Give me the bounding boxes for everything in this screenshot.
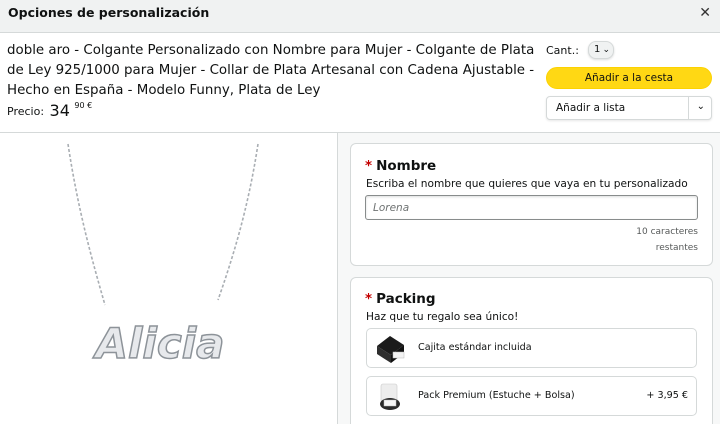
packing-description: Haz que tu regalo sea único! — [366, 311, 519, 323]
packing-option-label: Pack Premium (Estuche + Bolsa) — [418, 390, 575, 401]
necklace-chain — [67, 143, 259, 306]
price: Precio: 34 90 € — [7, 101, 92, 120]
chevron-down-icon[interactable]: ⌄ — [697, 101, 705, 112]
necklace-pendant: Alicia — [92, 318, 225, 369]
price-whole: 34 — [49, 101, 70, 120]
name-title: * Nombre — [365, 158, 436, 174]
name-input[interactable] — [365, 195, 698, 220]
gift-box-thumbnail — [374, 332, 407, 365]
name-description: Escriba el nombre que quieres que vaya e… — [366, 178, 688, 190]
product-title: doble aro - Colgante Personalizado con N… — [7, 43, 535, 98]
add-to-list-label: Añadir a lista — [556, 102, 626, 114]
pendant-name-text: Alicia — [93, 319, 225, 368]
packing-option-premium[interactable]: Pack Premium (Estuche + Bolsa) + 3,95 € — [366, 376, 697, 416]
packing-title-text: Packing — [376, 291, 436, 307]
quantity-value: 1 — [594, 44, 601, 55]
quantity-select[interactable]: 1 ⌄ — [588, 41, 614, 59]
characters-remaining-line2: restantes — [655, 243, 698, 253]
button-divider — [688, 97, 689, 119]
characters-remaining: 10 caracteres restantes — [608, 224, 698, 256]
characters-remaining-line1: 10 caracteres — [636, 227, 698, 237]
chevron-down-icon: ⌄ — [602, 45, 610, 55]
close-icon[interactable]: ✕ — [699, 5, 711, 21]
name-title-text: Nombre — [376, 158, 437, 174]
packing-title: * Packing — [365, 291, 436, 307]
packing-option-label: Cajita estándar incluida — [418, 342, 532, 353]
premium-pack-thumbnail — [374, 380, 407, 413]
price-fraction: 90 € — [74, 101, 93, 110]
modal-title: Opciones de personalización — [8, 5, 210, 20]
required-mark: * — [365, 158, 373, 174]
add-to-cart-button[interactable]: Añadir a la cesta — [546, 67, 712, 89]
price-label: Precio: — [7, 105, 45, 118]
required-mark: * — [365, 291, 373, 307]
packing-option-price: + 3,95 € — [646, 390, 688, 401]
product-image: Alicia — [67, 143, 259, 369]
packing-option-standard[interactable]: Cajita estándar incluida — [366, 328, 697, 368]
quantity-label: Cant.: — [546, 44, 579, 57]
modal-header: Opciones de personalización ✕ — [0, 0, 720, 33]
add-to-list-button[interactable]: Añadir a lista ⌄ — [546, 96, 712, 120]
